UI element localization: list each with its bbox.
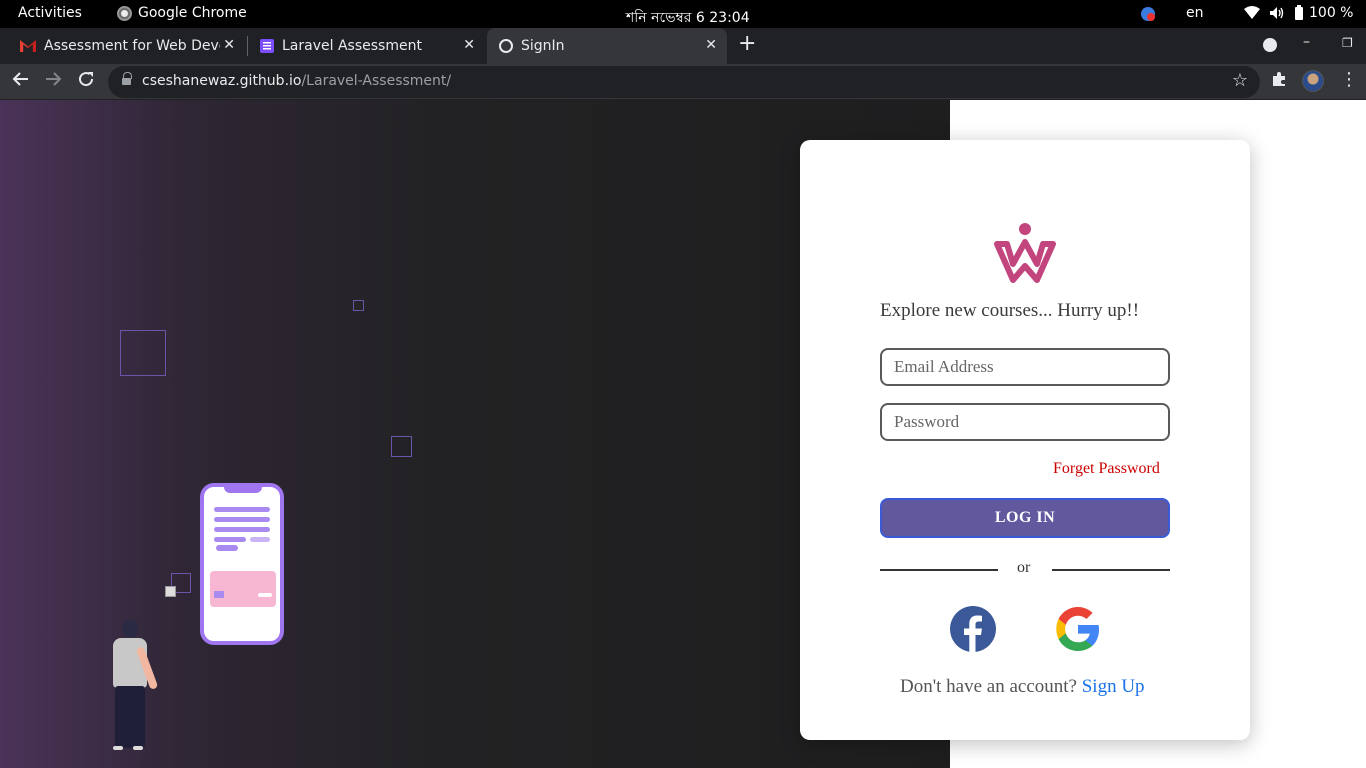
decorative-square-filled: [165, 586, 176, 597]
battery-percentage: 100 %: [1309, 5, 1354, 21]
back-icon[interactable]: [12, 70, 30, 93]
language-indicator[interactable]: en: [1186, 5, 1204, 21]
person-illustration: [105, 618, 165, 758]
system-tray[interactable]: en 100 %: [1126, 0, 1366, 28]
signup-link[interactable]: Sign Up: [1082, 676, 1145, 697]
signup-prompt: Don't have an account? Sign Up: [900, 676, 1145, 698]
restore-icon[interactable]: ❐: [1342, 36, 1353, 50]
forget-password-link[interactable]: Forget Password: [1053, 460, 1160, 478]
email-field[interactable]: [880, 348, 1170, 386]
chrome-menu-icon[interactable]: ⋮: [1340, 69, 1358, 90]
divider-right: [1052, 569, 1170, 571]
brand-logo-icon: [994, 223, 1056, 283]
login-button[interactable]: LOG IN: [880, 498, 1170, 538]
tab-gmail[interactable]: Assessment for Web Deve ✕: [0, 28, 245, 64]
or-separator: or: [1017, 559, 1031, 576]
system-top-bar: Activities Google Chrome শনি নভেম্বর 6 2…: [0, 0, 1366, 28]
activities-button[interactable]: Activities: [18, 5, 82, 21]
page-viewport: Explore new courses... Hurry up!! Forget…: [0, 100, 1366, 768]
divider-left: [880, 569, 998, 571]
tab-title: Laravel Assessment: [282, 38, 422, 54]
phone-illustration: [200, 483, 284, 645]
app-menu[interactable]: Google Chrome: [117, 5, 247, 21]
decorative-square: [120, 330, 166, 376]
facebook-login-icon[interactable]: [950, 606, 996, 652]
login-card: Explore new courses... Hurry up!! Forget…: [800, 140, 1250, 740]
window-controls: – ❐ ✕: [1206, 28, 1366, 64]
tab-strip: Assessment for Web Deve ✕ Laravel Assess…: [0, 28, 1366, 64]
sheet-icon: [260, 39, 274, 53]
bookmark-star-icon[interactable]: ☆: [1232, 70, 1248, 91]
extensions-icon[interactable]: [1270, 70, 1288, 92]
new-tab-button[interactable]: +: [738, 31, 756, 56]
password-field[interactable]: [880, 403, 1170, 441]
close-tab-icon[interactable]: ✕: [223, 37, 235, 53]
url-path: /Laravel-Assessment/: [301, 73, 452, 89]
address-bar[interactable]: cseshanewaz.github.io/Laravel-Assessment…: [108, 66, 1260, 98]
tab-title: Assessment for Web Deve: [44, 38, 220, 54]
close-tab-icon[interactable]: ✕: [463, 37, 475, 53]
tab-search-icon[interactable]: [1263, 38, 1277, 52]
volume-icon[interactable]: [1269, 6, 1285, 24]
globe-icon: [499, 39, 513, 53]
wifi-icon[interactable]: [1244, 6, 1260, 24]
tagline: Explore new courses... Hurry up!!: [880, 300, 1140, 321]
tab-signin[interactable]: SignIn ✕: [487, 28, 727, 64]
close-tab-icon[interactable]: ✕: [705, 37, 717, 53]
no-account-text: Don't have an account?: [900, 676, 1077, 697]
clock[interactable]: শনি নভেম্বর 6 23:04: [626, 6, 750, 30]
chrome-icon: [117, 5, 132, 21]
google-login-icon[interactable]: [1055, 606, 1101, 652]
profile-avatar[interactable]: [1302, 70, 1324, 92]
forward-icon[interactable]: [44, 70, 62, 93]
tab-laravel-assessment[interactable]: Laravel Assessment ✕: [240, 28, 485, 64]
decorative-square: [353, 300, 364, 311]
battery-icon[interactable]: [1294, 5, 1304, 25]
tab-title: SignIn: [521, 38, 565, 54]
url-text[interactable]: cseshanewaz.github.io/Laravel-Assessment…: [142, 73, 451, 89]
app-name-label: Google Chrome: [138, 5, 247, 21]
url-host: cseshanewaz.github.io: [142, 73, 302, 89]
notification-app-icon[interactable]: [1140, 6, 1156, 26]
decorative-square: [391, 436, 412, 457]
minimize-icon[interactable]: –: [1303, 34, 1310, 50]
reload-icon[interactable]: [77, 70, 95, 93]
gmail-icon: [20, 40, 36, 52]
browser-toolbar: cseshanewaz.github.io/Laravel-Assessment…: [0, 64, 1366, 100]
lock-icon[interactable]: [122, 72, 132, 87]
